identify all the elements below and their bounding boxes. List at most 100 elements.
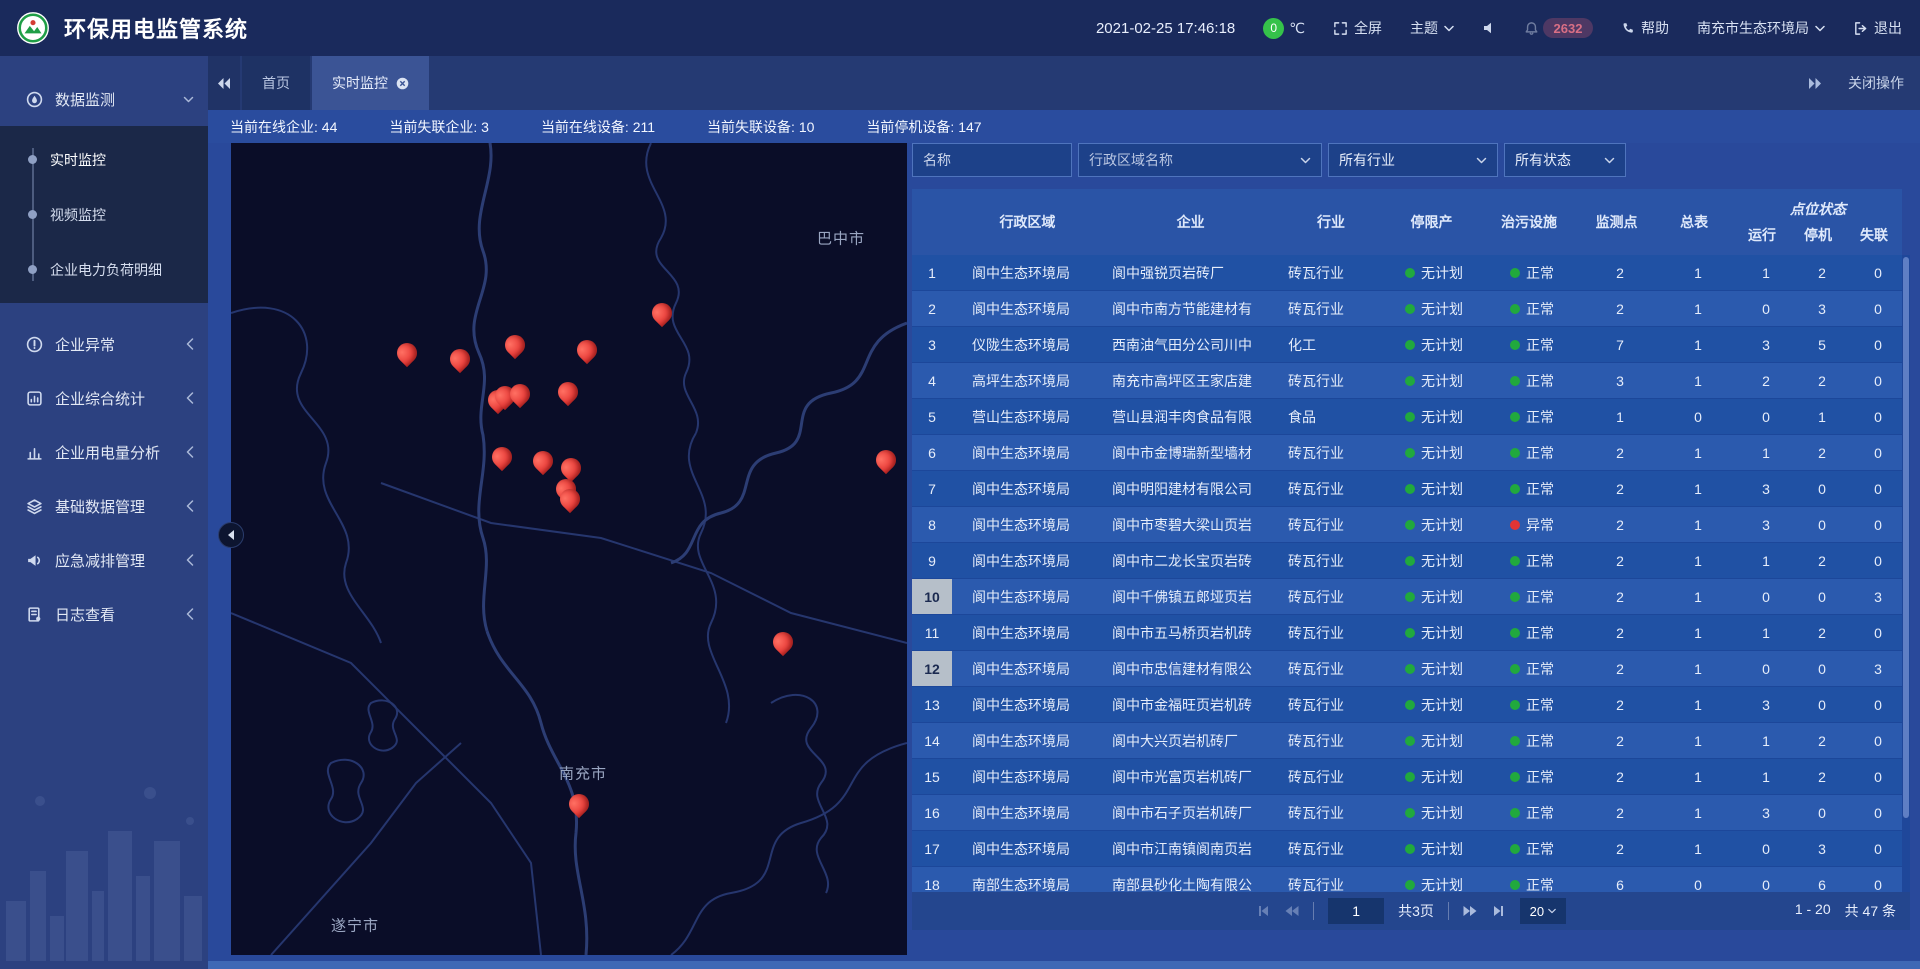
status-dot-icon — [1510, 880, 1520, 890]
status-dot-icon — [1405, 556, 1415, 566]
industry-filter-select[interactable]: 所有行业 — [1328, 143, 1498, 177]
table-row[interactable]: 7 阆中生态环境局 阆中明阳建材有限公司 砖瓦行业 无计划 正常 2 1 3 0… — [912, 471, 1902, 507]
monitor-drop-icon — [26, 91, 43, 108]
tab-scroll-right-button[interactable] — [1808, 77, 1822, 90]
table-row[interactable]: 2 阆中生态环境局 阆中市南方节能建材有 砖瓦行业 无计划 正常 2 1 0 3… — [912, 291, 1902, 327]
facility-status: 正常 — [1482, 327, 1582, 362]
region-filter-select[interactable]: 行政区域名称 — [1078, 143, 1322, 177]
col-lost: 失联 — [1846, 225, 1902, 245]
page-size-select[interactable]: 20 — [1520, 898, 1566, 924]
record-range-info: 1 - 20 共 47 条 — [1795, 901, 1896, 921]
status-dot-icon — [1510, 340, 1520, 350]
bullet-icon — [28, 155, 37, 164]
sidebar-item-electricity-analysis[interactable]: 企业用电量分析 — [0, 425, 208, 479]
col-industry: 行业 — [1278, 189, 1383, 255]
scrollbar-thumb[interactable] — [1903, 257, 1909, 818]
status-dot-icon — [1405, 592, 1415, 602]
table-row[interactable]: 5 营山生态环境局 营山县润丰肉食品有限 食品 无计划 正常 1 0 0 1 0 — [912, 399, 1902, 435]
sidebar-item-base-data[interactable]: 基础数据管理 — [0, 479, 208, 533]
pagination-bar: 共3页 20 1 - 20 共 47 条 — [912, 892, 1910, 930]
chevron-left-icon — [186, 446, 194, 458]
status-filter-select[interactable]: 所有状态 — [1504, 143, 1626, 177]
facility-status: 正常 — [1482, 615, 1582, 650]
stat-item: 当前失联企业: 3 — [389, 117, 489, 137]
limit-status: 无计划 — [1386, 795, 1482, 830]
tab-close-icon[interactable] — [396, 77, 409, 90]
table-row[interactable]: 9 阆中生态环境局 阆中市二龙长宝页岩砖 砖瓦行业 无计划 正常 2 1 1 2… — [912, 543, 1902, 579]
status-dot-icon — [1405, 628, 1415, 638]
table-row[interactable]: 6 阆中生态环境局 阆中市金博瑞新型墙材 砖瓦行业 无计划 正常 2 1 1 2… — [912, 435, 1902, 471]
limit-status: 无计划 — [1386, 435, 1482, 470]
status-dot-icon — [1510, 808, 1520, 818]
first-page-button[interactable] — [1256, 904, 1270, 918]
org-menu[interactable]: 南充市生态环境局 — [1697, 18, 1825, 38]
sidebar-item-enterprise-abnormal[interactable]: 企业异常 — [0, 317, 208, 371]
table-row[interactable]: 12 阆中生态环境局 阆中市忠信建材有限公 砖瓦行业 无计划 正常 2 1 0 … — [912, 651, 1902, 687]
sidebar-item-data-monitoring[interactable]: 数据监测 — [0, 72, 208, 126]
fullscreen-icon — [1333, 21, 1348, 36]
status-dot-icon — [1510, 376, 1520, 386]
table-row[interactable]: 17 阆中生态环境局 阆中市江南镇阆南页岩 砖瓦行业 无计划 正常 2 1 0 … — [912, 831, 1902, 867]
logout-button[interactable]: 退出 — [1853, 18, 1902, 38]
table-row[interactable]: 3 仪陇生态环境局 西南油气田分公司川中 化工 无计划 正常 7 1 3 5 0 — [912, 327, 1902, 363]
table-vertical-scrollbar[interactable] — [1902, 255, 1910, 892]
chevron-down-icon — [1548, 908, 1556, 914]
facility-status: 正常 — [1482, 399, 1582, 434]
stats-bar: 当前在线企业: 44 当前失联企业: 3 当前在线设备: 211 当前失联设备:… — [208, 110, 1920, 143]
limit-status: 无计划 — [1386, 471, 1482, 506]
table-row[interactable]: 8 阆中生态环境局 阆中市枣碧大梁山页岩 砖瓦行业 无计划 异常 2 1 3 0… — [912, 507, 1902, 543]
page-number-input[interactable] — [1328, 898, 1384, 924]
limit-status: 无计划 — [1386, 759, 1482, 794]
sidebar-item-enterprise-stats[interactable]: 企业综合统计 — [0, 371, 208, 425]
sidebar-item-emergency-reduction[interactable]: 应急减排管理 — [0, 533, 208, 587]
tab-home[interactable]: 首页 — [242, 56, 310, 110]
facility-status: 正常 — [1482, 759, 1582, 794]
next-page-button[interactable] — [1463, 904, 1478, 918]
table-row[interactable]: 14 阆中生态环境局 阆中大兴页岩机砖厂 砖瓦行业 无计划 正常 2 1 1 2… — [912, 723, 1902, 759]
limit-status: 无计划 — [1386, 579, 1482, 614]
limit-status: 无计划 — [1386, 327, 1482, 362]
table-row[interactable]: 18 南部生态环境局 南部县砂化土陶有限公 砖瓦行业 无计划 正常 6 0 0 … — [912, 867, 1902, 892]
help-button[interactable]: 帮助 — [1621, 18, 1669, 38]
first-page-icon — [1256, 904, 1270, 918]
table-row[interactable]: 13 阆中生态环境局 阆中市金福旺页岩机砖 砖瓦行业 无计划 正常 2 1 3 … — [912, 687, 1902, 723]
table-row[interactable]: 10 阆中生态环境局 阆中千佛镇五郎垭页岩 砖瓦行业 无计划 正常 2 1 0 … — [912, 579, 1902, 615]
table-row[interactable]: 15 阆中生态环境局 阆中市光富页岩机砖厂 砖瓦行业 无计划 正常 2 1 1 … — [912, 759, 1902, 795]
prev-page-button[interactable] — [1284, 904, 1299, 918]
total-label: 共 47 条 — [1845, 901, 1896, 921]
tab-realtime-monitoring[interactable]: 实时监控 — [312, 56, 429, 110]
fullscreen-button[interactable]: 全屏 — [1333, 18, 1382, 38]
stats-icon — [26, 390, 43, 407]
status-dot-icon — [1510, 268, 1520, 278]
table-row[interactable]: 16 阆中生态环境局 阆中市石子页岩机砖厂 砖瓦行业 无计划 正常 2 1 3 … — [912, 795, 1902, 831]
status-dot-icon — [1405, 664, 1415, 674]
table-row[interactable]: 11 阆中生态环境局 阆中市五马桥页岩机砖 砖瓦行业 无计划 正常 2 1 1 … — [912, 615, 1902, 651]
divider — [1448, 902, 1449, 920]
name-filter[interactable] — [912, 143, 1072, 177]
last-page-button[interactable] — [1492, 904, 1506, 918]
sidebar-item-power-load-detail[interactable]: 企业电力负荷明细 — [0, 242, 208, 297]
facility-status: 正常 — [1482, 867, 1582, 892]
table-row[interactable]: 1 阆中生态环境局 阆中强锐页岩砖厂 砖瓦行业 无计划 正常 2 1 1 2 0 — [912, 255, 1902, 291]
next-page-icon — [1463, 904, 1478, 918]
theme-menu[interactable]: 主题 — [1410, 18, 1454, 38]
col-limit: 停限产 — [1384, 189, 1480, 255]
sidebar-item-log-view[interactable]: 日志查看 — [0, 587, 208, 641]
sidebar-item-video-monitoring[interactable]: 视频监控 — [0, 187, 208, 242]
app-header: 环保用电监管系统 2021-02-25 17:46:18 0 ℃ 全屏 主题 2… — [0, 0, 1920, 56]
sidebar-item-realtime-monitoring[interactable]: 实时监控 — [0, 132, 208, 187]
map-collapse-button[interactable] — [218, 522, 244, 548]
name-filter-input[interactable] — [923, 152, 1061, 168]
status-dot-icon — [1510, 520, 1520, 530]
close-operations-button[interactable]: 关闭操作 — [1848, 73, 1904, 93]
horizontal-scrollbar[interactable] — [208, 961, 1920, 969]
filter-bar: 行政区域名称 所有行业 所有状态 — [912, 143, 1910, 177]
chevron-left-icon — [227, 530, 235, 540]
limit-status: 无计划 — [1386, 363, 1482, 398]
facility-status: 正常 — [1482, 795, 1582, 830]
tab-scroll-left-button[interactable] — [208, 56, 240, 110]
notification-area[interactable]: 2632 — [1524, 18, 1593, 38]
table-row[interactable]: 4 高坪生态环境局 南充市高坪区王家店建 砖瓦行业 无计划 正常 3 1 2 2… — [912, 363, 1902, 399]
speaker-button[interactable] — [1482, 21, 1496, 35]
total-pages-label: 共3页 — [1398, 901, 1434, 921]
